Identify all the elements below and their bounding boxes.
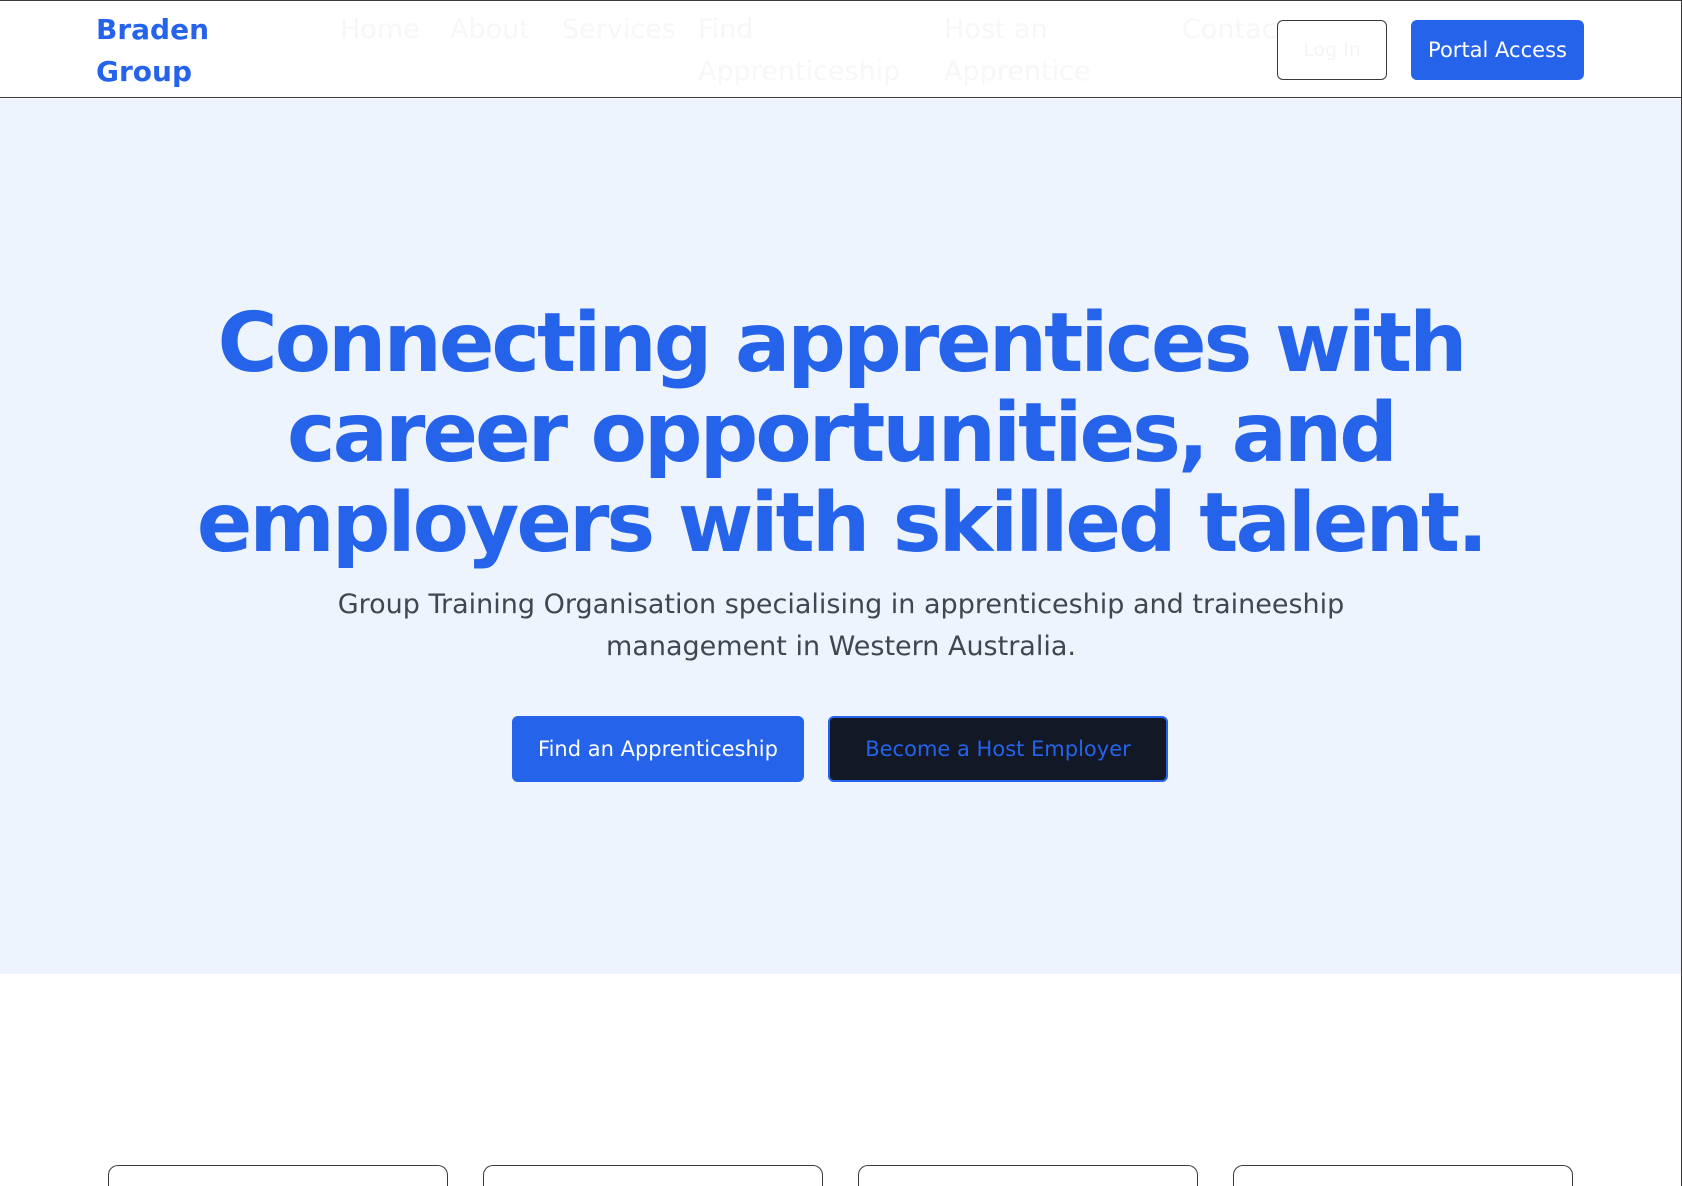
find-apprenticeship-button[interactable]: Find an Apprenticeship <box>512 716 804 782</box>
hero-section: Connecting apprentices with career oppor… <box>0 99 1682 974</box>
feature-card <box>1233 1165 1573 1186</box>
nav-contact[interactable]: Contact <box>1182 9 1287 51</box>
feature-card <box>858 1165 1198 1186</box>
feature-card <box>108 1165 448 1186</box>
portal-access-button[interactable]: Portal Access <box>1411 20 1584 80</box>
nav-find-apprenticeship[interactable]: Find Apprenticeship <box>698 9 900 93</box>
hero-subtitle: Group Training Organisation specialising… <box>337 589 1345 662</box>
login-button[interactable]: Log In <box>1277 20 1387 80</box>
nav-host-an-apprentice[interactable]: Host an Apprentice <box>944 9 1104 93</box>
hero-title: Connecting apprentices with career oppor… <box>196 296 1489 571</box>
site-header: Braden Group Home About Services Find Ap… <box>0 0 1682 98</box>
brand-logo[interactable]: Braden Group <box>96 9 246 93</box>
nav-about[interactable]: About <box>450 9 530 51</box>
page: Braden Group Home About Services Find Ap… <box>0 0 1682 1186</box>
become-host-employer-button[interactable]: Become a Host Employer <box>828 716 1168 782</box>
feature-card <box>483 1165 823 1186</box>
nav-home[interactable]: Home <box>340 9 420 51</box>
nav-services[interactable]: Services <box>562 9 676 51</box>
